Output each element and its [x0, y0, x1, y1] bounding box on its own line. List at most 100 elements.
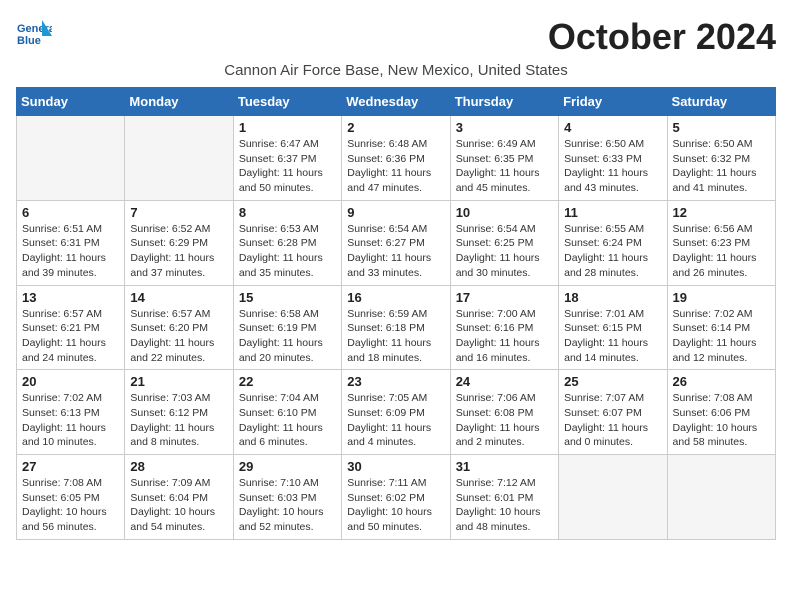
- day-number: 19: [673, 290, 770, 305]
- day-info: Sunrise: 7:08 AMSunset: 6:05 PMDaylight:…: [22, 476, 119, 535]
- calendar-body: 1 Sunrise: 6:47 AMSunset: 6:37 PMDayligh…: [17, 116, 776, 540]
- calendar-cell: 23 Sunrise: 7:05 AMSunset: 6:09 PMDaylig…: [342, 370, 450, 455]
- day-info: Sunrise: 7:02 AMSunset: 6:14 PMDaylight:…: [673, 307, 770, 366]
- day-number: 8: [239, 205, 336, 220]
- day-info: Sunrise: 7:00 AMSunset: 6:16 PMDaylight:…: [456, 307, 553, 366]
- calendar-cell: 11 Sunrise: 6:55 AMSunset: 6:24 PMDaylig…: [559, 200, 667, 285]
- day-info: Sunrise: 7:05 AMSunset: 6:09 PMDaylight:…: [347, 391, 444, 450]
- day-number: 7: [130, 205, 227, 220]
- day-info: Sunrise: 7:12 AMSunset: 6:01 PMDaylight:…: [456, 476, 553, 535]
- day-info: Sunrise: 7:01 AMSunset: 6:15 PMDaylight:…: [564, 307, 661, 366]
- calendar-cell: 26 Sunrise: 7:08 AMSunset: 6:06 PMDaylig…: [667, 370, 775, 455]
- calendar-week-0: 1 Sunrise: 6:47 AMSunset: 6:37 PMDayligh…: [17, 116, 776, 201]
- day-info: Sunrise: 7:10 AMSunset: 6:03 PMDaylight:…: [239, 476, 336, 535]
- calendar-cell: [559, 455, 667, 540]
- weekday-tuesday: Tuesday: [233, 88, 341, 116]
- weekday-saturday: Saturday: [667, 88, 775, 116]
- day-number: 27: [22, 459, 119, 474]
- day-number: 22: [239, 374, 336, 389]
- calendar-cell: 16 Sunrise: 6:59 AMSunset: 6:18 PMDaylig…: [342, 285, 450, 370]
- calendar-week-1: 6 Sunrise: 6:51 AMSunset: 6:31 PMDayligh…: [17, 200, 776, 285]
- calendar-cell: 3 Sunrise: 6:49 AMSunset: 6:35 PMDayligh…: [450, 116, 558, 201]
- calendar-cell: 24 Sunrise: 7:06 AMSunset: 6:08 PMDaylig…: [450, 370, 558, 455]
- calendar-cell: 19 Sunrise: 7:02 AMSunset: 6:14 PMDaylig…: [667, 285, 775, 370]
- calendar-cell: 31 Sunrise: 7:12 AMSunset: 6:01 PMDaylig…: [450, 455, 558, 540]
- day-info: Sunrise: 6:50 AMSunset: 6:32 PMDaylight:…: [673, 137, 770, 196]
- day-info: Sunrise: 6:54 AMSunset: 6:27 PMDaylight:…: [347, 222, 444, 281]
- day-number: 21: [130, 374, 227, 389]
- weekday-monday: Monday: [125, 88, 233, 116]
- day-info: Sunrise: 7:03 AMSunset: 6:12 PMDaylight:…: [130, 391, 227, 450]
- weekday-wednesday: Wednesday: [342, 88, 450, 116]
- calendar-cell: 7 Sunrise: 6:52 AMSunset: 6:29 PMDayligh…: [125, 200, 233, 285]
- day-info: Sunrise: 6:55 AMSunset: 6:24 PMDaylight:…: [564, 222, 661, 281]
- calendar-cell: 25 Sunrise: 7:07 AMSunset: 6:07 PMDaylig…: [559, 370, 667, 455]
- calendar-cell: 5 Sunrise: 6:50 AMSunset: 6:32 PMDayligh…: [667, 116, 775, 201]
- calendar-cell: [17, 116, 125, 201]
- day-number: 31: [456, 459, 553, 474]
- weekday-header: SundayMondayTuesdayWednesdayThursdayFrid…: [17, 88, 776, 116]
- day-number: 15: [239, 290, 336, 305]
- day-number: 5: [673, 120, 770, 135]
- logo: General Blue: [16, 16, 54, 52]
- day-info: Sunrise: 7:06 AMSunset: 6:08 PMDaylight:…: [456, 391, 553, 450]
- calendar-cell: 6 Sunrise: 6:51 AMSunset: 6:31 PMDayligh…: [17, 200, 125, 285]
- day-info: Sunrise: 7:09 AMSunset: 6:04 PMDaylight:…: [130, 476, 227, 535]
- day-info: Sunrise: 6:56 AMSunset: 6:23 PMDaylight:…: [673, 222, 770, 281]
- day-info: Sunrise: 6:47 AMSunset: 6:37 PMDaylight:…: [239, 137, 336, 196]
- day-info: Sunrise: 6:49 AMSunset: 6:35 PMDaylight:…: [456, 137, 553, 196]
- day-number: 18: [564, 290, 661, 305]
- day-number: 25: [564, 374, 661, 389]
- day-info: Sunrise: 6:59 AMSunset: 6:18 PMDaylight:…: [347, 307, 444, 366]
- calendar-cell: 9 Sunrise: 6:54 AMSunset: 6:27 PMDayligh…: [342, 200, 450, 285]
- svg-text:Blue: Blue: [17, 35, 41, 47]
- day-info: Sunrise: 6:58 AMSunset: 6:19 PMDaylight:…: [239, 307, 336, 366]
- calendar-cell: 30 Sunrise: 7:11 AMSunset: 6:02 PMDaylig…: [342, 455, 450, 540]
- day-info: Sunrise: 6:54 AMSunset: 6:25 PMDaylight:…: [456, 222, 553, 281]
- day-info: Sunrise: 6:52 AMSunset: 6:29 PMDaylight:…: [130, 222, 227, 281]
- calendar-week-4: 27 Sunrise: 7:08 AMSunset: 6:05 PMDaylig…: [17, 455, 776, 540]
- day-number: 16: [347, 290, 444, 305]
- day-number: 29: [239, 459, 336, 474]
- calendar-week-2: 13 Sunrise: 6:57 AMSunset: 6:21 PMDaylig…: [17, 285, 776, 370]
- day-number: 6: [22, 205, 119, 220]
- day-number: 4: [564, 120, 661, 135]
- location-title: Cannon Air Force Base, New Mexico, Unite…: [16, 62, 776, 79]
- calendar-cell: 1 Sunrise: 6:47 AMSunset: 6:37 PMDayligh…: [233, 116, 341, 201]
- day-number: 20: [22, 374, 119, 389]
- calendar-cell: 15 Sunrise: 6:58 AMSunset: 6:19 PMDaylig…: [233, 285, 341, 370]
- calendar-cell: 21 Sunrise: 7:03 AMSunset: 6:12 PMDaylig…: [125, 370, 233, 455]
- calendar-cell: 20 Sunrise: 7:02 AMSunset: 6:13 PMDaylig…: [17, 370, 125, 455]
- day-info: Sunrise: 6:51 AMSunset: 6:31 PMDaylight:…: [22, 222, 119, 281]
- day-number: 23: [347, 374, 444, 389]
- day-number: 9: [347, 205, 444, 220]
- day-number: 13: [22, 290, 119, 305]
- calendar-cell: 2 Sunrise: 6:48 AMSunset: 6:36 PMDayligh…: [342, 116, 450, 201]
- day-info: Sunrise: 7:11 AMSunset: 6:02 PMDaylight:…: [347, 476, 444, 535]
- day-info: Sunrise: 6:57 AMSunset: 6:21 PMDaylight:…: [22, 307, 119, 366]
- calendar-cell: 8 Sunrise: 6:53 AMSunset: 6:28 PMDayligh…: [233, 200, 341, 285]
- day-info: Sunrise: 7:07 AMSunset: 6:07 PMDaylight:…: [564, 391, 661, 450]
- calendar-cell: 22 Sunrise: 7:04 AMSunset: 6:10 PMDaylig…: [233, 370, 341, 455]
- day-number: 28: [130, 459, 227, 474]
- calendar-cell: 27 Sunrise: 7:08 AMSunset: 6:05 PMDaylig…: [17, 455, 125, 540]
- calendar-cell: 29 Sunrise: 7:10 AMSunset: 6:03 PMDaylig…: [233, 455, 341, 540]
- day-number: 10: [456, 205, 553, 220]
- day-info: Sunrise: 6:48 AMSunset: 6:36 PMDaylight:…: [347, 137, 444, 196]
- day-number: 2: [347, 120, 444, 135]
- day-number: 11: [564, 205, 661, 220]
- month-title: October 2024: [548, 16, 776, 58]
- calendar-cell: 28 Sunrise: 7:09 AMSunset: 6:04 PMDaylig…: [125, 455, 233, 540]
- day-info: Sunrise: 7:04 AMSunset: 6:10 PMDaylight:…: [239, 391, 336, 450]
- calendar-cell: [125, 116, 233, 201]
- weekday-sunday: Sunday: [17, 88, 125, 116]
- calendar-cell: 14 Sunrise: 6:57 AMSunset: 6:20 PMDaylig…: [125, 285, 233, 370]
- calendar-cell: 12 Sunrise: 6:56 AMSunset: 6:23 PMDaylig…: [667, 200, 775, 285]
- day-info: Sunrise: 7:08 AMSunset: 6:06 PMDaylight:…: [673, 391, 770, 450]
- weekday-thursday: Thursday: [450, 88, 558, 116]
- calendar-cell: 18 Sunrise: 7:01 AMSunset: 6:15 PMDaylig…: [559, 285, 667, 370]
- calendar-cell: 17 Sunrise: 7:00 AMSunset: 6:16 PMDaylig…: [450, 285, 558, 370]
- calendar-cell: 10 Sunrise: 6:54 AMSunset: 6:25 PMDaylig…: [450, 200, 558, 285]
- weekday-friday: Friday: [559, 88, 667, 116]
- calendar-cell: [667, 455, 775, 540]
